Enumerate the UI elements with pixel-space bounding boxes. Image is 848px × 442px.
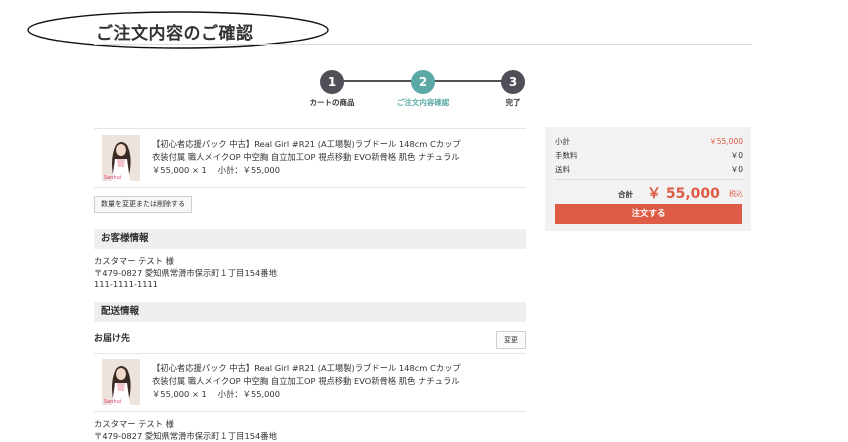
shipping-name: カスタマー テスト 様 <box>94 419 174 429</box>
divider <box>94 353 526 354</box>
product-name-line2: 衣装付属 職人メイクOP 中空胸 自立加工OP 視点移動 EVO新骨格 肌色 ナ… <box>152 376 460 386</box>
tax-included-note: 税込 <box>729 190 743 198</box>
step-confirm: 2 ご注文内容確認 <box>383 70 463 108</box>
step-cart: 1 カートの商品 <box>292 70 372 108</box>
shipping-fee-value: ￥0 <box>730 165 743 174</box>
customer-info: カスタマー テスト 様 〒479-0827 愛知県常滑市保示町１丁目154番地 … <box>94 256 277 291</box>
summary-divider <box>555 179 743 180</box>
product-thumbnail[interactable]: Sanhui <box>102 359 140 405</box>
change-destination-button[interactable]: 変更 <box>496 331 526 349</box>
shipping-address-line: 〒479-0827 愛知県常滑市保示町１丁目154番地 <box>94 430 277 441</box>
subtotal-label: 小計 <box>555 137 570 146</box>
shipping-address: カスタマー テスト 様 〒479-0827 愛知県常滑市保示町１丁目154番地 <box>94 419 277 442</box>
product-name-line1: 【初心者応援パック 中古】Real Girl #R21 (A工場製)ラブドール … <box>152 139 461 149</box>
product-name-line1: 【初心者応援パック 中古】Real Girl #R21 (A工場製)ラブドール … <box>152 363 461 373</box>
title-divider <box>94 44 752 45</box>
place-order-button[interactable]: 注文する <box>555 204 742 224</box>
checkout-steps: 1 カートの商品 2 ご注文内容確認 3 完了 <box>300 70 540 108</box>
fee-label: 手数料 <box>555 151 578 160</box>
subtotal-value: ￥55,000 <box>709 137 743 146</box>
step-label: ご注文内容確認 <box>396 98 450 107</box>
customer-phone: 111-1111-1111 <box>94 279 159 289</box>
customer-address: 〒479-0827 愛知県常滑市保示町１丁目154番地 <box>94 267 277 278</box>
step-label: カートの商品 <box>309 98 355 107</box>
divider <box>94 128 526 129</box>
order-summary: 小計 ￥55,000 手数料 ￥0 送料 ￥0 合計 ￥ 55,000 税込 注… <box>545 127 751 231</box>
product-name-line2: 衣装付属 職人メイクOP 中空胸 自立加工OP 視点移動 EVO新骨格 肌色 ナ… <box>152 152 460 162</box>
step-label: 完了 <box>505 98 521 107</box>
step-number: 2 <box>411 70 435 94</box>
divider <box>94 411 526 412</box>
total-row: 合計 ￥ 55,000 税込 <box>555 184 743 202</box>
cart-product-item: Sanhui 【初心者応援パック 中古】Real Girl #R21 (A工場製… <box>94 135 526 189</box>
step-complete: 3 完了 <box>473 70 553 108</box>
svg-text:Sanhui: Sanhui <box>104 399 121 405</box>
shipping-product-item: Sanhui 【初心者応援パック 中古】Real Girl #R21 (A工場製… <box>94 359 526 413</box>
shipping-fee-label: 送料 <box>555 165 570 174</box>
product-price-line: ￥55,000 × 1 小計：￥55,000 <box>152 165 280 175</box>
product-price-line: ￥55,000 × 1 小計：￥55,000 <box>152 389 280 399</box>
product-thumbnail[interactable]: Sanhui <box>102 135 140 181</box>
divider <box>94 187 526 188</box>
total-amount: ￥ 55,000 <box>647 186 720 202</box>
step-number: 1 <box>320 70 344 94</box>
total-label: 合計 <box>618 190 633 199</box>
fee-value: ￥0 <box>730 151 743 160</box>
page-title: ご注文内容のご確認 <box>96 24 254 44</box>
product-details: 【初心者応援パック 中古】Real Girl #R21 (A工場製)ラブドール … <box>152 362 524 401</box>
product-details: 【初心者応援パック 中古】Real Girl #R21 (A工場製)ラブドール … <box>152 138 524 177</box>
edit-quantity-button[interactable]: 数量を変更または削除する <box>94 196 192 213</box>
delivery-destination-label: お届け先 <box>94 334 131 344</box>
shipping-info-heading: 配送情報 <box>94 302 526 322</box>
customer-info-heading: お客様情報 <box>94 229 526 249</box>
svg-text:Sanhui: Sanhui <box>104 175 121 181</box>
step-number: 3 <box>501 70 525 94</box>
customer-name: カスタマー テスト 様 <box>94 256 174 266</box>
